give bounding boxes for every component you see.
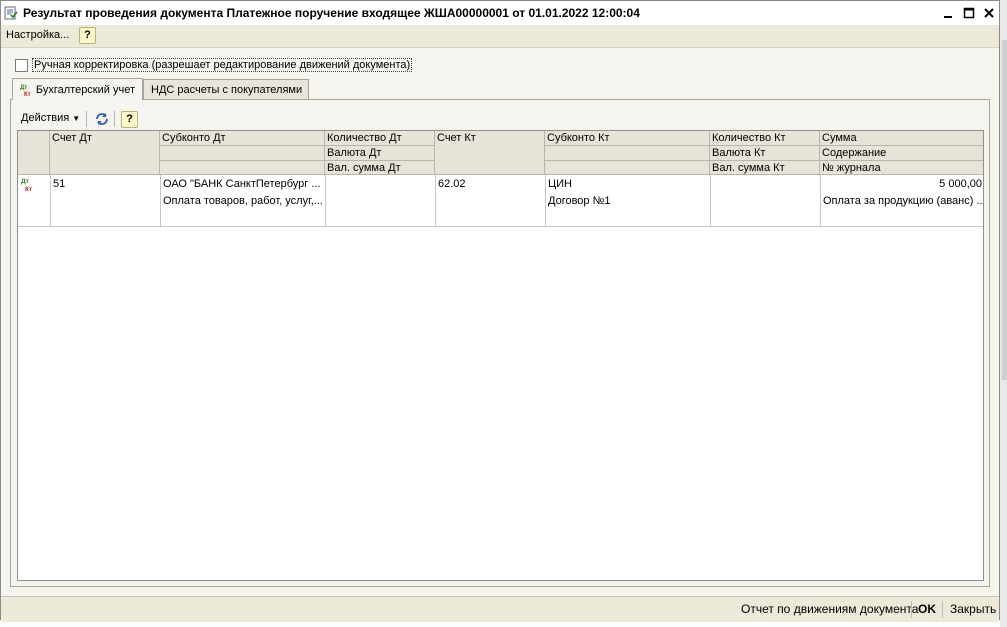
minimize-button[interactable]	[940, 4, 958, 22]
column-divider	[325, 175, 326, 227]
movements-report-button[interactable]: Отчет по движениям документа	[741, 602, 918, 616]
header-valyuta-dt[interactable]: Валюта Дт	[325, 146, 435, 161]
manual-edit-checkbox[interactable]	[15, 58, 28, 72]
close-button[interactable]: Закрыть	[950, 602, 996, 616]
ok-button[interactable]: OK	[918, 602, 936, 616]
dt-kt-icon: Дт Кт	[20, 85, 31, 97]
cell-schet-kt[interactable]: 62.02	[436, 177, 544, 191]
minimize-icon	[944, 16, 952, 18]
background-window-edge	[1000, 0, 1007, 627]
toolbar-help-button[interactable]: ?	[121, 111, 138, 128]
bottom-separator	[911, 601, 912, 618]
cell-soderzhanie[interactable]: Оплата за продукцию (аванс) ...	[821, 194, 983, 208]
header-val-summa-dt[interactable]: Вал. сумма Дт	[325, 161, 435, 175]
window-title: Результат проведения документа Платежное…	[23, 6, 640, 20]
document-posting-icon	[4, 6, 18, 20]
column-divider	[710, 175, 711, 227]
header-subkonto-kt-3	[545, 161, 710, 175]
toolbar-separator	[114, 111, 115, 127]
actions-menu-button[interactable]: Действия ▼	[21, 112, 80, 124]
maximize-icon	[963, 7, 975, 19]
help-button[interactable]: ?	[79, 27, 96, 44]
svg-text:Кт: Кт	[24, 92, 31, 97]
header-nomer-zhurnala[interactable]: № журнала	[820, 161, 983, 175]
header-subkonto-dt[interactable]: Субконто Дт	[160, 131, 325, 146]
tab-accounting-label: Бухгалтерский учет	[35, 83, 135, 96]
title-bar[interactable]: Результат проведения документа Платежное…	[1, 1, 999, 26]
header-schet-dt[interactable]: Счет Дт	[50, 131, 160, 175]
dropdown-arrow-icon: ▼	[72, 114, 81, 123]
maximize-button[interactable]	[960, 4, 978, 22]
bottom-separator	[942, 601, 943, 618]
cell-subkonto-dt-2[interactable]: Оплата товаров, работ, услуг,...	[161, 194, 324, 208]
background-scrollbar	[1002, 40, 1007, 380]
header-icon-column	[18, 131, 50, 175]
cell-subkonto-kt-2[interactable]: Договор №1	[546, 194, 709, 208]
header-valyuta-kt[interactable]: Валюта Кт	[710, 146, 820, 161]
cell-subkonto-dt-1[interactable]: ОАО "БАНК СанктПетербург ...	[161, 177, 324, 191]
header-kolichestvo-dt[interactable]: Количество Дт	[325, 131, 435, 146]
bottom-bar: Отчет по движениям документа OK Закрыть	[1, 596, 999, 622]
close-window-button[interactable]	[980, 4, 998, 22]
header-subkonto-dt-2	[160, 146, 325, 161]
header-subkonto-kt-2	[545, 146, 710, 161]
cell-summa[interactable]: 5 000,00	[821, 177, 983, 191]
manual-edit-row[interactable]: Ручная корректировка (разрешает редактир…	[15, 57, 413, 73]
svg-text:Дт: Дт	[21, 178, 29, 185]
accounting-tab-panel: Действия ▼ ? Счет Дт Субконто Дт Количес…	[10, 99, 990, 587]
menu-bar: Настройка... ?	[1, 25, 999, 48]
tab-accounting[interactable]: Дт Кт Бухгалтерский учет	[12, 78, 143, 100]
actions-label: Действия	[21, 112, 70, 124]
header-schet-kt[interactable]: Счет Кт	[435, 131, 545, 175]
header-subkonto-dt-3	[160, 161, 325, 175]
tab-vat-buyers[interactable]: НДС расчеты с покупателями	[143, 79, 309, 99]
tab-vat-buyers-label: НДС расчеты с покупателями	[151, 83, 303, 96]
form-content: Ручная корректировка (разрешает редактир…	[1, 48, 999, 596]
header-kolichestvo-kt[interactable]: Количество Кт	[710, 131, 820, 146]
svg-text:Дт: Дт	[20, 85, 27, 91]
header-subkonto-kt[interactable]: Субконто Кт	[545, 131, 710, 146]
settings-menu[interactable]: Настройка...	[6, 29, 69, 41]
manual-edit-label[interactable]: Ручная корректировка (разрешает редактир…	[32, 58, 413, 72]
posting-result-window: Результат проведения документа Платежное…	[0, 0, 1000, 622]
refresh-icon[interactable]	[94, 111, 110, 127]
postings-table[interactable]: Счет Дт Субконто Дт Количество Дт Валюта…	[17, 130, 984, 581]
header-val-summa-kt[interactable]: Вал. сумма Кт	[710, 161, 820, 175]
close-icon	[984, 8, 994, 18]
toolbar-separator	[86, 111, 87, 127]
row-divider	[18, 226, 983, 227]
cell-schet-dt[interactable]: 51	[51, 177, 159, 191]
header-summa[interactable]: Сумма	[820, 131, 983, 146]
cell-subkonto-kt-1[interactable]: ЦИН	[546, 177, 709, 191]
header-soderzhanie[interactable]: Содержание	[820, 146, 983, 161]
dt-kt-row-icon: Дт Кт	[21, 178, 32, 193]
svg-text:Кт: Кт	[25, 186, 32, 193]
